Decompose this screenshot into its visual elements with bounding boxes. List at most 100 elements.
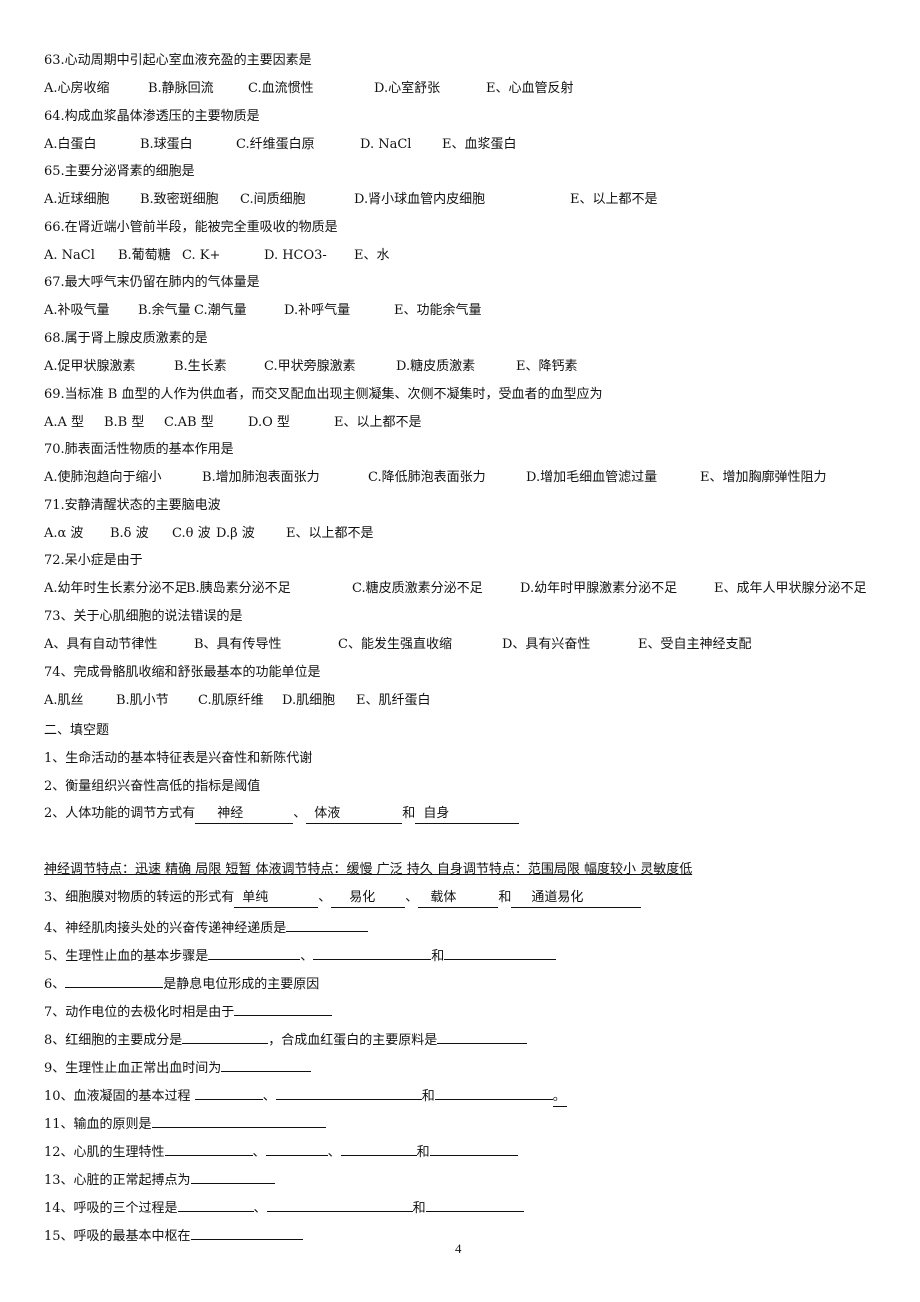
answer-option[interactable]: C.降低肺泡表面张力 — [368, 469, 486, 487]
answer-option[interactable]: B.静脉回流 — [148, 80, 214, 98]
answer-blank[interactable] — [194, 1085, 263, 1100]
answer-blank[interactable] — [65, 973, 164, 988]
answer-blank[interactable] — [190, 1225, 303, 1240]
answer-option[interactable]: E、心血管反射 — [486, 80, 574, 98]
answer-option[interactable]: A.白蛋白 — [44, 136, 97, 154]
answer-option[interactable]: A.幼年时生长素分泌不足 — [44, 580, 188, 598]
answer-option[interactable]: B.增加肺泡表面张力 — [202, 469, 320, 487]
answer-option[interactable]: D.幼年时甲腺激素分泌不足 — [520, 580, 677, 598]
separator: 和 — [498, 890, 512, 905]
answer-option[interactable]: E、受自主神经支配 — [638, 636, 752, 654]
answer-option[interactable]: C、能发生强直收缩 — [338, 636, 452, 654]
answer-blank[interactable] — [265, 1141, 328, 1156]
answer-blank[interactable]: 神经 — [195, 805, 294, 824]
answer-option[interactable]: B.球蛋白 — [140, 136, 193, 154]
answer-option[interactable]: C.甲状旁腺激素 — [264, 358, 356, 376]
fill-question-3: 3、细胞膜对物质的转运的形式有 单纯、易化、载体和通道易化 — [44, 889, 642, 908]
answer-option[interactable]: A、具有自动节律性 — [44, 636, 157, 654]
answer-blank[interactable] — [164, 1141, 253, 1156]
answer-option[interactable]: A.肌丝 — [44, 692, 84, 710]
answer-blank[interactable]: 体液 — [306, 805, 403, 824]
answer-blank[interactable] — [425, 1197, 524, 1212]
question-stem: 72.呆小症是由于 — [44, 553, 143, 569]
answer-option[interactable]: D.补呼气量 — [284, 302, 350, 320]
answer-blank[interactable] — [275, 1085, 422, 1100]
answer-blank[interactable] — [434, 1085, 553, 1100]
answer-blank[interactable]: 易化 — [331, 889, 406, 908]
answer-option[interactable]: D.增加毛细血管滤过量 — [526, 469, 657, 487]
section-title: 二、填空题 — [44, 723, 110, 738]
answer-option[interactable]: C. K+ — [182, 247, 220, 265]
answer-blank[interactable]: 单纯 — [234, 889, 319, 908]
answer-option[interactable]: E、血浆蛋白 — [442, 136, 517, 154]
answer-option[interactable]: D.O 型 — [248, 414, 290, 432]
answer-option[interactable]: E、降钙素 — [516, 358, 578, 376]
answer-option[interactable]: A.α 波 — [44, 525, 83, 543]
answer-blank[interactable] — [182, 1029, 269, 1044]
answer-option[interactable]: B.致密斑细胞 — [140, 191, 219, 209]
answer-blank[interactable] — [208, 945, 301, 960]
answer-option[interactable]: D、具有兴奋性 — [502, 636, 590, 654]
fill-question-14: 14、呼吸的三个过程是、和 — [44, 1197, 524, 1218]
answer-blank[interactable] — [221, 1057, 312, 1072]
answer-blank[interactable] — [444, 945, 557, 960]
answer-option[interactable]: B、具有传导性 — [194, 636, 282, 654]
answer-blank[interactable] — [313, 945, 432, 960]
answer-option[interactable]: B.胰岛素分泌不足 — [186, 580, 291, 598]
answer-blank[interactable] — [429, 1141, 518, 1156]
answer-option[interactable]: B.生长素 — [174, 358, 227, 376]
answer-option[interactable]: A.近球细胞 — [44, 191, 110, 209]
answer-blank[interactable]: 载体 — [418, 889, 499, 908]
answer-option[interactable]: A.促甲状腺激素 — [44, 358, 136, 376]
answer-option[interactable]: D.肾小球血管内皮细胞 — [354, 191, 485, 209]
answer-option[interactable]: C.纤维蛋白原 — [236, 136, 315, 154]
question-stem: 68.属于肾上腺皮质激素的是 — [44, 331, 208, 346]
answer-option[interactable]: D.心室舒张 — [374, 80, 440, 98]
answer-option[interactable]: D.糖皮质激素 — [396, 358, 475, 376]
answer-option[interactable]: D. HCO3- — [264, 247, 327, 265]
answer-blank[interactable]: 通道易化 — [511, 889, 642, 908]
answer-blank[interactable] — [266, 1197, 413, 1212]
answer-option[interactable]: B.B 型 — [104, 414, 144, 432]
answer-option[interactable]: C.θ 波 — [172, 525, 211, 543]
answer-option[interactable]: C.血流惯性 — [248, 80, 314, 98]
answer-blank[interactable] — [286, 917, 369, 932]
answer-blank[interactable]: 自身 — [415, 805, 520, 824]
question-text: 2、人体功能的调节方式有 — [44, 806, 196, 821]
answer-option[interactable]: A.心房收缩 — [44, 80, 110, 98]
answer-option[interactable]: C.AB 型 — [164, 414, 214, 432]
answer-blank[interactable] — [190, 1169, 275, 1184]
answer-option[interactable]: E、成年人甲状腺分泌不足 — [714, 580, 867, 598]
answer-option[interactable]: B.葡萄糖 — [118, 247, 171, 265]
answer-blank[interactable] — [437, 1029, 528, 1044]
answer-blank[interactable] — [177, 1197, 254, 1212]
answer-option[interactable]: B.余气量 — [138, 302, 191, 320]
answer-option[interactable]: D.肌细胞 — [282, 692, 335, 710]
answer-option[interactable]: D. NaCl — [360, 136, 411, 154]
answer-option[interactable]: E、以上都不是 — [334, 414, 422, 432]
answer-option[interactable]: A.A 型 — [44, 414, 84, 432]
answer-option[interactable]: A.补吸气量 — [44, 302, 110, 320]
answer-blank[interactable] — [234, 1001, 333, 1016]
answer-option[interactable]: E、功能余气量 — [394, 302, 482, 320]
answer-option[interactable]: C.糖皮质激素分泌不足 — [352, 580, 483, 598]
answer-option[interactable]: C.肌原纤维 — [198, 692, 264, 710]
answer-option[interactable]: B.δ 波 — [110, 525, 149, 543]
separator: 、 — [293, 806, 307, 821]
answer-option[interactable]: E、增加胸廓弹性阻力 — [700, 469, 827, 487]
answer-option[interactable]: E、以上都不是 — [570, 191, 658, 209]
answer-option[interactable]: D.β 波 — [216, 525, 255, 543]
answer-blank[interactable] — [340, 1141, 417, 1156]
answer-option[interactable]: A.使肺泡趋向于缩小 — [44, 469, 162, 487]
answer-option[interactable]: E、以上都不是 — [286, 525, 374, 543]
answer-option[interactable]: C.潮气量 — [194, 302, 247, 320]
fill-question-9: 9、生理性止血正常出血时间为 — [44, 1057, 312, 1078]
answer-option[interactable]: E、水 — [354, 247, 390, 265]
answer-option[interactable]: E、肌纤蛋白 — [356, 692, 431, 710]
answer-option[interactable]: B.肌小节 — [116, 692, 169, 710]
answer-blank[interactable] — [151, 1113, 326, 1128]
answer-option[interactable]: C.间质细胞 — [240, 191, 306, 209]
question-stem: 65.主要分泌肾素的细胞是 — [44, 164, 195, 180]
question-stem: 67.最大呼气末仍留在肺内的气体量是 — [44, 275, 260, 291]
answer-option[interactable]: A. NaCl — [44, 247, 95, 265]
